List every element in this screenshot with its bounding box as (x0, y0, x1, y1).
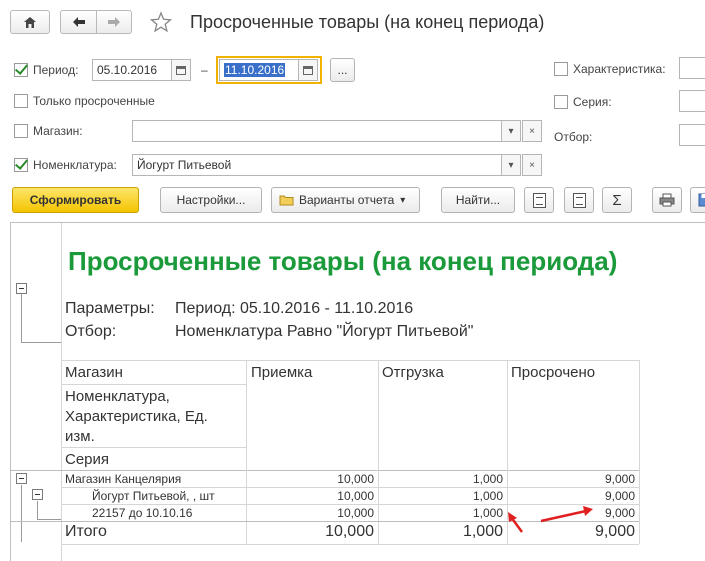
save-icon (698, 193, 705, 207)
close-icon: × (529, 125, 535, 137)
printer-icon (659, 193, 675, 207)
store-dropdown-button[interactable]: ▾ (501, 120, 521, 142)
expand-groups-icon (532, 192, 546, 208)
arrow-left-icon (72, 17, 85, 27)
item-label: Номенклатура: (33, 158, 117, 172)
only-overdue-label: Только просроченные (33, 94, 155, 108)
annotation-arrow-left (508, 512, 524, 533)
variants-button[interactable]: Варианты отчета ▾ (271, 187, 420, 213)
sigma-icon: Σ (612, 191, 622, 209)
sum-button[interactable]: Σ (602, 187, 632, 213)
chevron-down-icon: ▾ (508, 125, 514, 137)
store-field[interactable] (132, 120, 502, 142)
close-icon: × (529, 159, 535, 171)
save-button[interactable] (690, 187, 705, 213)
period-checkbox[interactable] (14, 63, 28, 77)
only-overdue-checkbox[interactable] (14, 94, 28, 108)
period-to-calendar-button[interactable] (298, 59, 318, 81)
selection-label: Отбор: (554, 130, 593, 144)
series-field[interactable] (679, 90, 705, 112)
generate-button[interactable]: Сформировать (12, 187, 139, 213)
home-button[interactable] (10, 10, 50, 34)
arrow-right-icon (108, 17, 120, 27)
settings-button[interactable]: Настройки... (160, 187, 262, 213)
page-title: Просроченные товары (на конец периода) (190, 12, 545, 32)
period-to-field[interactable]: 11.10.2016 (219, 59, 299, 81)
annotation-arrow-right (540, 506, 593, 523)
characteristic-label: Характеристика: (573, 62, 666, 76)
variants-label: Варианты отчета (299, 193, 395, 207)
forward-button[interactable] (96, 10, 132, 34)
chevron-down-icon: ▾ (508, 159, 514, 171)
calendar-icon (303, 65, 313, 75)
back-button[interactable] (60, 10, 96, 34)
find-button[interactable]: Найти... (441, 187, 515, 213)
collapse-groups-button[interactable] (564, 187, 594, 213)
chevron-down-icon: ▾ (400, 194, 406, 206)
item-checkbox[interactable] (14, 158, 28, 172)
period-from-field[interactable]: 05.10.2016 (92, 59, 172, 81)
star-icon[interactable] (150, 11, 172, 33)
store-clear-button[interactable]: × (522, 120, 542, 142)
folder-icon (279, 195, 294, 206)
calendar-icon (176, 65, 186, 75)
period-from-calendar-button[interactable] (171, 59, 191, 81)
period-label: Период: (33, 63, 79, 77)
collapse-groups-icon (572, 192, 586, 208)
series-label: Серия: (573, 95, 612, 109)
report-area: Просроченные товары (на конец периода) П… (10, 222, 705, 561)
characteristic-field[interactable] (679, 57, 705, 79)
series-checkbox[interactable] (554, 95, 568, 109)
period-dash: – (201, 63, 208, 77)
annotation-arrows (508, 506, 593, 533)
item-field[interactable]: Йогурт Питьевой (132, 154, 502, 176)
item-dropdown-button[interactable]: ▾ (501, 154, 521, 176)
period-more-button[interactable]: ... (330, 58, 355, 82)
item-clear-button[interactable]: × (522, 154, 542, 176)
period-to-value: 11.10.2016 (224, 63, 286, 77)
characteristic-checkbox[interactable] (554, 62, 568, 76)
print-button[interactable] (652, 187, 682, 213)
expand-groups-button[interactable] (524, 187, 554, 213)
selection-field[interactable] (679, 124, 705, 146)
store-label: Магазин: (33, 124, 83, 138)
home-icon (24, 16, 36, 28)
store-checkbox[interactable] (14, 124, 28, 138)
